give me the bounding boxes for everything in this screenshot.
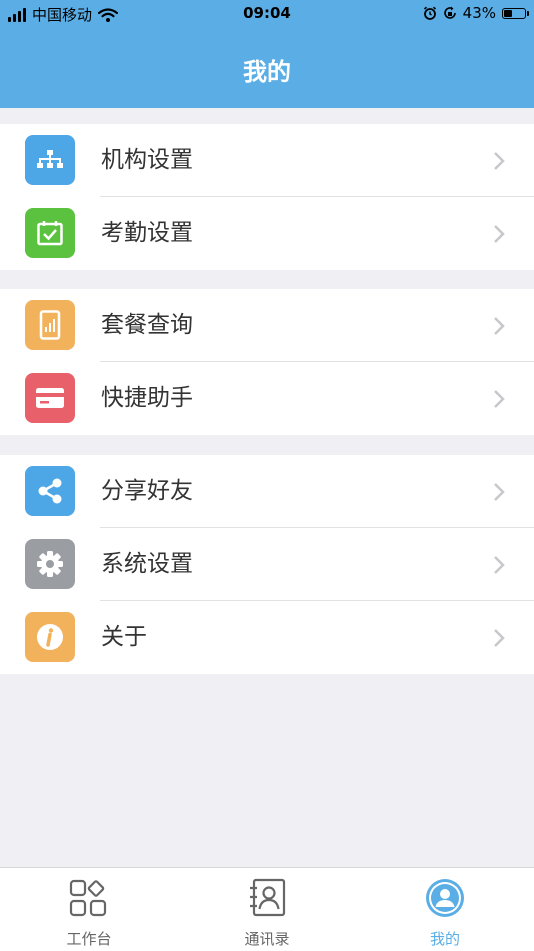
battery-icon bbox=[502, 7, 529, 19]
contacts-icon bbox=[250, 878, 286, 917]
chevron-right-icon bbox=[494, 556, 505, 574]
info-icon bbox=[25, 612, 75, 662]
menu-group-service: 套餐查询 快捷助手 bbox=[0, 289, 534, 435]
status-bar: 中国移动 09:04 43% bbox=[0, 0, 534, 26]
tab-label: 我的 bbox=[429, 930, 460, 948]
header: 中国移动 09:04 43% 我的 bbox=[0, 0, 534, 108]
menu-group-org: 机构设置 考勤设置 bbox=[0, 124, 534, 270]
menu-item-share-friends[interactable]: 分享好友 bbox=[0, 455, 534, 528]
share-icon bbox=[25, 466, 75, 516]
calendar-check-icon bbox=[25, 208, 75, 258]
menu-label: 分享好友 bbox=[101, 478, 193, 504]
menu-label: 考勤设置 bbox=[101, 220, 193, 246]
menu-item-org-settings[interactable]: 机构设置 bbox=[0, 124, 534, 197]
menu-item-plan-query[interactable]: 套餐查询 bbox=[0, 289, 534, 362]
chevron-right-icon bbox=[494, 390, 505, 408]
menu-label: 关于 bbox=[101, 624, 147, 650]
org-chart-icon bbox=[25, 135, 75, 185]
tab-mine[interactable]: 我的 bbox=[356, 868, 534, 951]
alarm-icon bbox=[423, 6, 436, 20]
menu-label: 快捷助手 bbox=[101, 385, 193, 411]
menu-label: 系统设置 bbox=[101, 551, 193, 577]
tab-bar: 工作台 通讯录 我的 bbox=[0, 867, 534, 951]
menu-label: 机构设置 bbox=[101, 147, 193, 173]
grid-icon bbox=[69, 879, 107, 917]
menu-item-system-settings[interactable]: 系统设置 bbox=[0, 528, 534, 601]
menu-item-about[interactable]: 关于 bbox=[0, 601, 534, 674]
chevron-right-icon bbox=[494, 225, 505, 243]
tab-workbench[interactable]: 工作台 bbox=[0, 868, 178, 951]
gear-icon bbox=[25, 539, 75, 589]
menu-item-quick-assistant[interactable]: 快捷助手 bbox=[0, 362, 534, 435]
tab-label: 通讯录 bbox=[244, 930, 290, 948]
page-title: 我的 bbox=[243, 58, 291, 86]
menu-label: 套餐查询 bbox=[101, 312, 193, 338]
battery-percent: 43% bbox=[462, 4, 496, 22]
profile-icon bbox=[426, 879, 464, 917]
menu-item-attendance-settings[interactable]: 考勤设置 bbox=[0, 197, 534, 270]
menu-group-general: 分享好友 系统设置 关于 bbox=[0, 455, 534, 674]
phone-plan-icon bbox=[25, 300, 75, 350]
chevron-right-icon bbox=[494, 317, 505, 335]
card-icon bbox=[25, 373, 75, 423]
tab-contacts[interactable]: 通讯录 bbox=[178, 868, 356, 951]
chevron-right-icon bbox=[494, 152, 505, 170]
chevron-right-icon bbox=[494, 629, 505, 647]
tab-label: 工作台 bbox=[66, 930, 112, 948]
chevron-right-icon bbox=[494, 483, 505, 501]
rotation-lock-icon bbox=[443, 6, 456, 19]
